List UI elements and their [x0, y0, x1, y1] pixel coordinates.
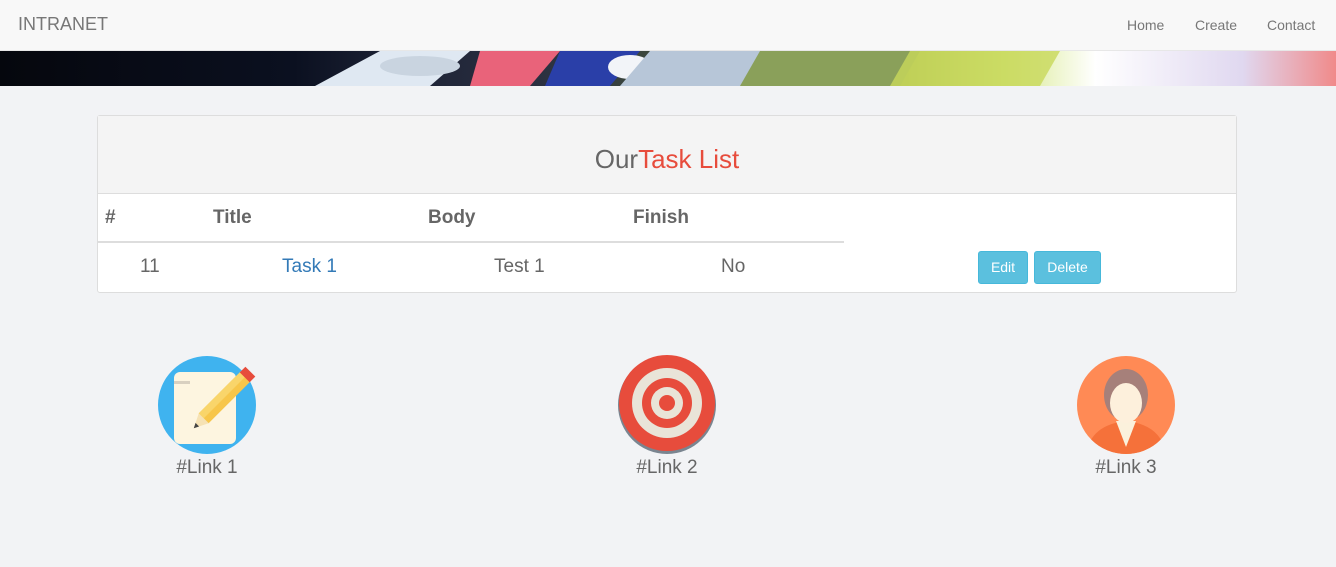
- edit-button[interactable]: Edit: [978, 251, 1028, 284]
- feature-label-1[interactable]: #Link 1: [127, 457, 287, 479]
- nav-link-contact[interactable]: Contact: [1267, 17, 1315, 33]
- feature-label-2[interactable]: #Link 2: [587, 457, 747, 479]
- panel-heading: OurTask List: [98, 116, 1236, 194]
- feature-link-1[interactable]: #Link 1: [127, 355, 287, 479]
- header-divider: [98, 241, 844, 243]
- column-header-id: #: [105, 207, 116, 228]
- panel-title-highlight: Task List: [638, 144, 740, 174]
- cell-body: Test 1: [494, 256, 545, 277]
- feature-label-3[interactable]: #Link 3: [1046, 457, 1206, 479]
- column-header-finish: Finish: [633, 207, 689, 228]
- cell-id: 11: [140, 256, 160, 277]
- task-title-link[interactable]: Task 1: [282, 256, 337, 277]
- cell-title: Task 1: [282, 256, 337, 278]
- cell-finish: No: [721, 256, 746, 277]
- column-header-title: Title: [213, 207, 252, 228]
- target-icon: [618, 355, 716, 454]
- panel-title-prefix: Our: [594, 144, 639, 174]
- delete-button[interactable]: Delete: [1034, 251, 1101, 284]
- banner-graphic: [0, 51, 1336, 86]
- pencil-note-icon: [158, 356, 256, 454]
- header-banner: [0, 51, 1336, 86]
- feature-link-2[interactable]: #Link 2: [587, 355, 747, 479]
- brand-link[interactable]: INTRANET: [18, 14, 108, 35]
- task-list-panel: OurTask List # Title Body Finish 11 Task…: [97, 115, 1237, 293]
- nav-link-create[interactable]: Create: [1195, 17, 1237, 33]
- feature-link-3[interactable]: #Link 3: [1046, 355, 1206, 479]
- nav-link-home[interactable]: Home: [1127, 17, 1164, 33]
- panel-title: OurTask List: [98, 144, 1236, 175]
- user-avatar-icon: [1077, 356, 1175, 454]
- column-header-body: Body: [428, 207, 476, 228]
- navbar: INTRANET Home Create Contact: [0, 0, 1336, 51]
